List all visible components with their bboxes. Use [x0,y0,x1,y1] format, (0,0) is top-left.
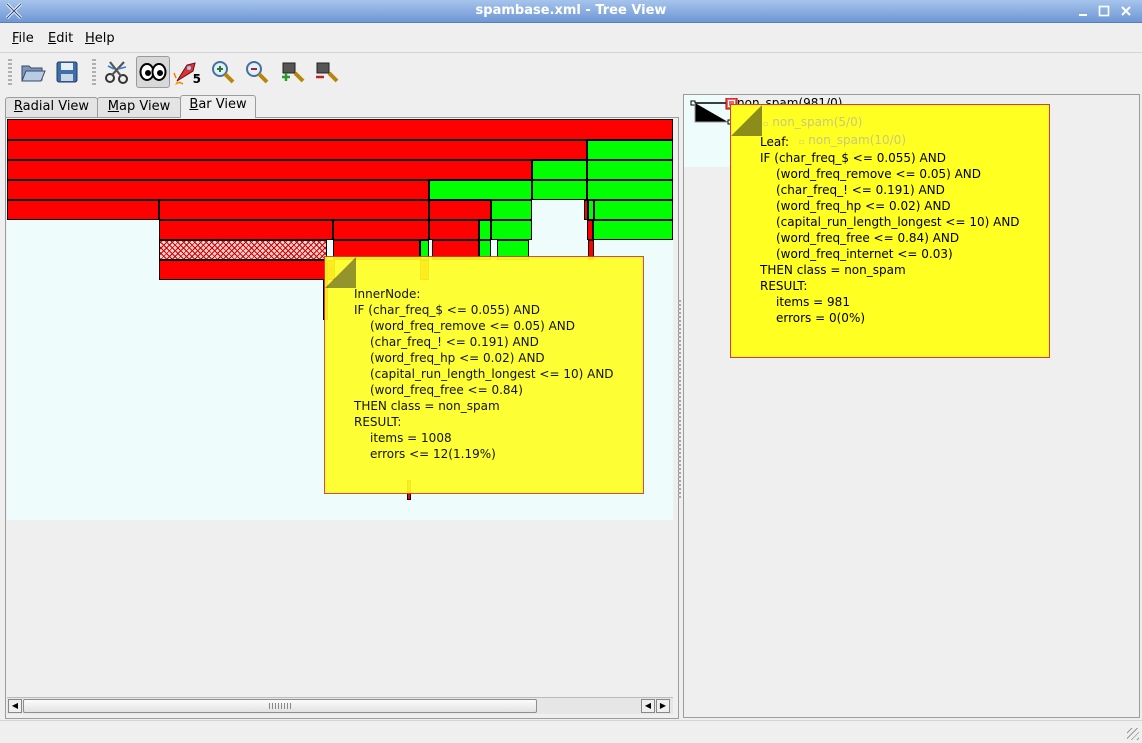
bar-node[interactable] [7,140,587,160]
tree-child-node[interactable]: ▫ non_spam(5/0) [763,114,862,132]
bar-node[interactable] [159,200,429,220]
zoom-out-node-button[interactable] [312,57,342,87]
view-eyes-icon [139,63,167,81]
bar-node[interactable] [429,180,532,200]
bar-node[interactable] [594,200,673,220]
maximize-icon[interactable] [1097,4,1111,18]
tooltip-line: THEN class = non_spam [760,263,906,277]
toolbar-separator [92,59,96,85]
cut-button[interactable] [102,57,132,87]
bar-node[interactable] [491,220,532,240]
minimize-icon[interactable] [1076,4,1090,18]
tooltip-line: (word_freq_hp <= 0.02) AND [776,199,951,213]
tooltip-line: IF (char_freq_$ <= 0.055) AND [354,303,540,317]
menu-edit[interactable]: Edit [48,31,73,46]
view-button[interactable] [136,56,170,88]
tooltip-line: (word_freq_free <= 0.84) AND [776,231,960,245]
tooltip-line: errors = 0(0%) [776,311,866,325]
tooltip-line: Leaf: [760,135,790,149]
bar-node[interactable] [7,200,159,220]
page-fold-icon [731,105,762,136]
bar-node[interactable] [532,180,587,200]
scroll-left-arrow-icon[interactable]: ◀ [8,699,22,713]
scrollbar-thumb[interactable] [23,699,537,713]
save-icon [56,61,78,83]
rocket-button[interactable]: 5 [172,57,202,87]
node-square-icon: ▫ [763,119,769,128]
tooltip-line: (word_freq_hp <= 0.02) AND [370,351,545,365]
leaf-node-tooltip: ▫ non_spam(5/0) ▫ non_spam(10/0) Leaf: I… [730,104,1050,358]
tooltip-line: (word_freq_free <= 0.84) [370,383,523,397]
tooltip-line: items = 981 [776,295,850,309]
bar-node[interactable] [532,160,587,180]
toolbar: 5 [0,53,1142,91]
tooltip-line: RESULT: [354,415,402,429]
tooltip-line: InnerNode: [354,287,421,301]
toolbar-grip[interactable] [8,59,12,85]
zoom-out-button[interactable] [242,57,272,87]
bar-node-selected[interactable] [159,240,327,260]
status-bar [0,720,1142,743]
tooltip-line: RESULT: [760,279,808,293]
bar-node[interactable] [593,220,673,240]
zoom-in-button[interactable] [208,57,238,87]
tooltip-line: errors <= 12(1.19%) [370,447,496,461]
tooltip-line: THEN class = non_spam [354,399,500,413]
bar-node[interactable] [7,160,532,180]
tooltip-line: (word_freq_internet <= 0.03) [776,247,953,261]
tooltip-line: (word_freq_remove <= 0.05) AND [370,319,576,333]
resize-grip-icon[interactable] [1127,728,1139,740]
tooltip-line: (char_freq_! <= 0.191) AND [776,183,945,197]
open-button[interactable] [18,57,48,87]
inner-node-tooltip: InnerNode: IF (char_freq_$ <= 0.055) AND… [324,256,644,494]
window-title: spambase.xml - Tree View [475,3,667,18]
menu-bar: File Edit Help [0,23,1142,53]
bar-node[interactable] [429,220,479,240]
open-folder-icon [21,65,46,82]
save-button[interactable] [52,57,82,87]
bar-node[interactable] [429,200,491,220]
bar-node[interactable] [587,140,673,160]
rocket-badge: 5 [192,72,201,86]
zoom-out-node-icon [316,62,339,83]
panel-splitter[interactable] [678,300,681,500]
scroll-left-arrow-icon[interactable]: ◀ [641,699,655,713]
menu-file[interactable]: File [12,31,34,46]
zoom-in-icon [212,61,235,84]
page-fold-icon [325,257,356,288]
bar-node[interactable] [587,160,673,180]
tooltip-line: (capital_run_length_longest <= 10) AND [370,367,614,381]
bar-node[interactable] [159,260,327,280]
menu-help[interactable]: Help [85,31,115,46]
tab-radial-view[interactable]: Radial View [5,97,98,117]
tooltip-line: IF (char_freq_$ <= 0.055) AND [760,151,946,165]
bar-node[interactable] [587,180,673,200]
tab-map-view[interactable]: Map View [97,97,181,117]
zoom-in-node-button[interactable] [278,57,308,87]
tooltip-line: (word_freq_remove <= 0.05) AND [776,167,982,181]
close-icon[interactable] [1119,4,1133,18]
bar-node[interactable] [7,119,673,140]
cut-tree-icon [105,61,128,84]
scrollbar-grip [269,703,291,709]
title-bar[interactable]: spambase.xml - Tree View [0,0,1142,23]
zoom-in-node-icon [282,62,305,83]
tooltip-line: items = 1008 [370,431,452,445]
tab-bar-view[interactable]: Bar View [180,95,256,118]
tooltip-line: (capital_run_length_longest <= 10) AND [776,215,1020,229]
bar-node[interactable] [479,220,491,240]
bar-node[interactable] [491,200,532,220]
tooltip-line: (char_freq_! <= 0.191) AND [370,335,539,349]
bar-node[interactable] [7,180,429,200]
horizontal-scrollbar[interactable]: ◀ ◀ ▶ [7,697,673,714]
node-square-icon: ▫ [799,137,805,146]
bar-node[interactable] [333,220,429,240]
bar-node[interactable] [159,220,333,240]
tree-child-node[interactable]: ▫ non_spam(10/0) [799,132,906,150]
scroll-right-arrow-icon[interactable]: ▶ [656,699,670,713]
zoom-out-icon [246,61,269,84]
